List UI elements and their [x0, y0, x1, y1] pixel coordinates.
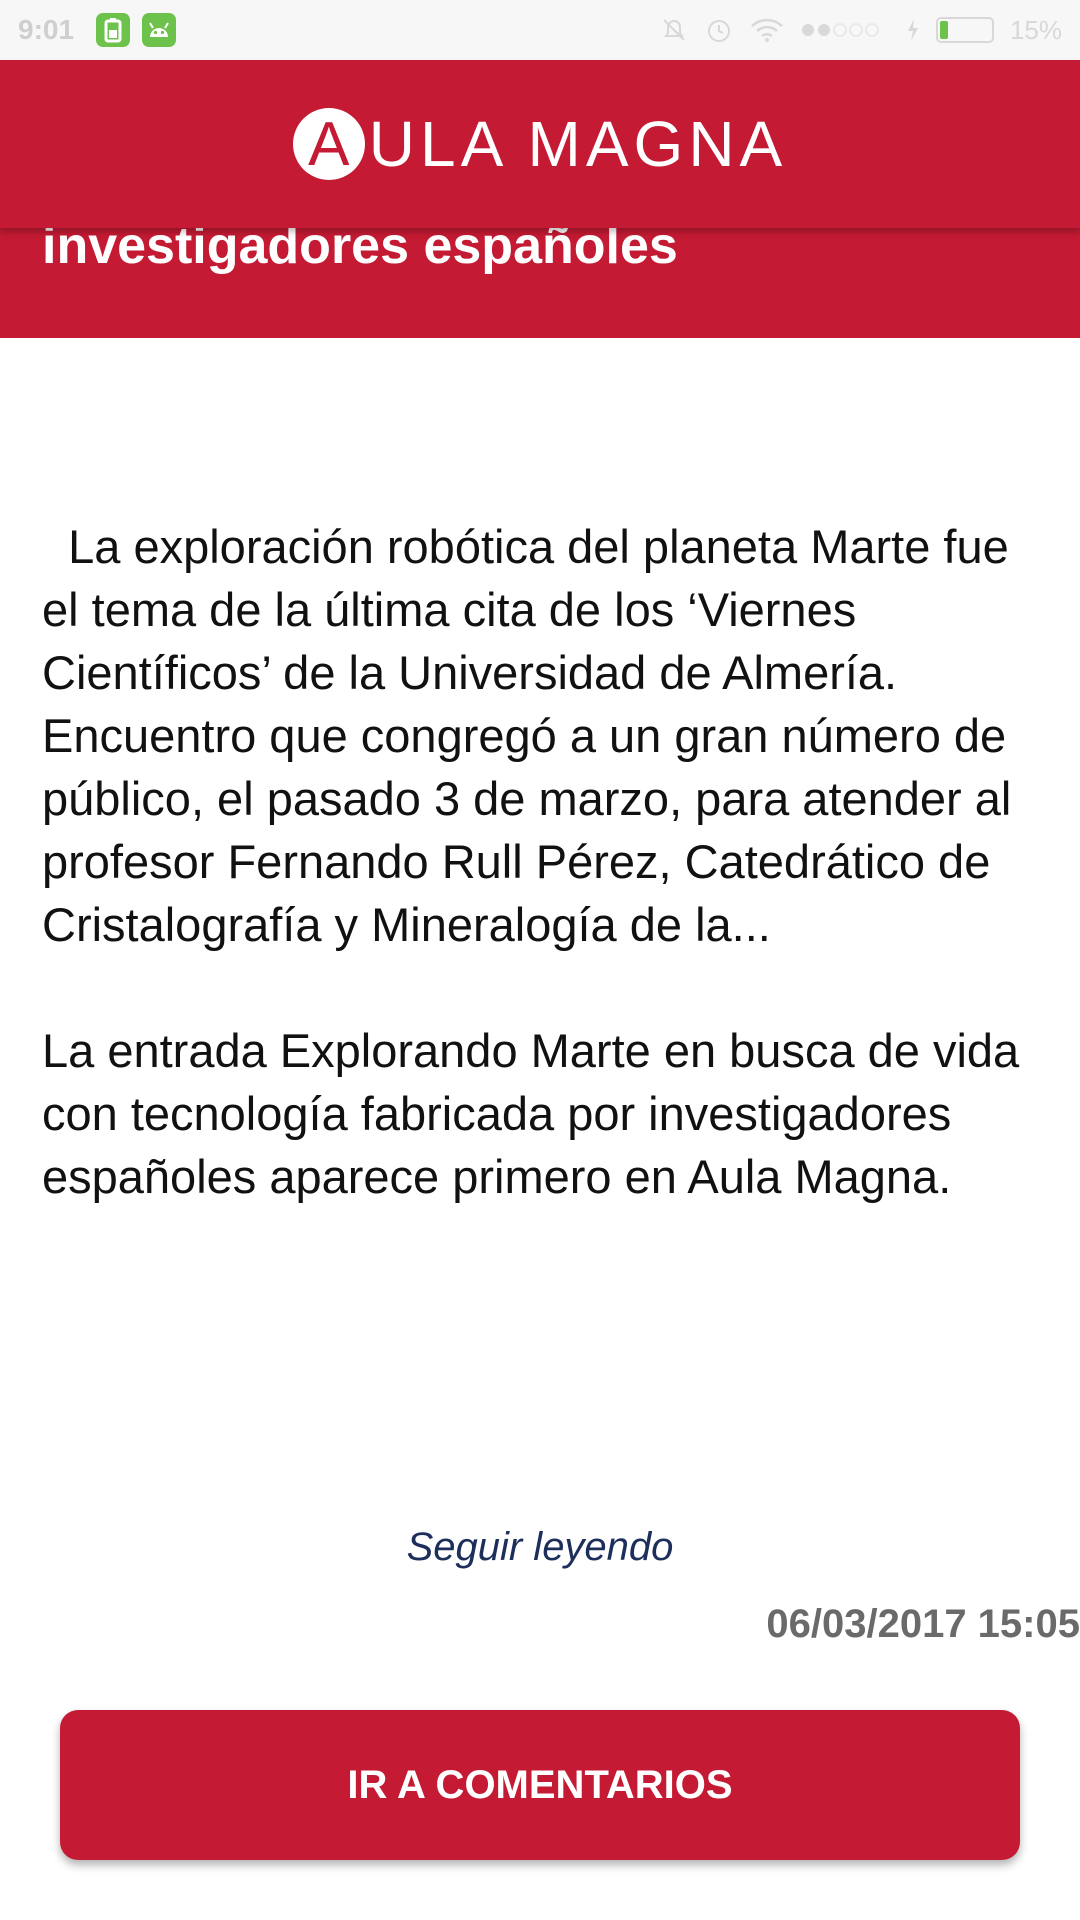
go-to-comments-button[interactable]: IR A COMENTARIOS	[60, 1710, 1020, 1860]
signal-icon	[801, 23, 879, 37]
battery-percent: 15%	[1009, 14, 1062, 45]
article-paragraph: La entrada Explorando Marte en busca de …	[42, 1024, 1020, 1203]
read-more-link[interactable]: Seguir leyendo	[0, 1525, 1080, 1570]
logo-text: ULA MAGNA	[368, 108, 788, 180]
status-time: 9:01	[18, 14, 75, 45]
article-date: 06/03/2017 15:05	[766, 1602, 1080, 1646]
system-status-icons: 15%	[660, 15, 1062, 46]
android-icon	[142, 13, 177, 47]
app-header: A ULA MAGNA	[0, 60, 1080, 228]
battery-icon	[935, 17, 994, 43]
alarm-off-icon	[663, 19, 685, 41]
article-body: La exploración robótica del planeta Mart…	[42, 515, 1042, 1208]
status-bar: 9:01 15%	[0, 0, 1080, 60]
article-paragraph: La exploración robótica del planeta Mart…	[42, 520, 1025, 951]
logo-letter: A	[292, 108, 365, 180]
aula-magna-logo[interactable]: A ULA MAGNA	[292, 107, 788, 181]
alarm-clock-icon	[707, 20, 730, 42]
charging-icon	[907, 19, 918, 41]
battery-saver-icon	[96, 13, 131, 47]
wifi-icon	[751, 18, 783, 42]
